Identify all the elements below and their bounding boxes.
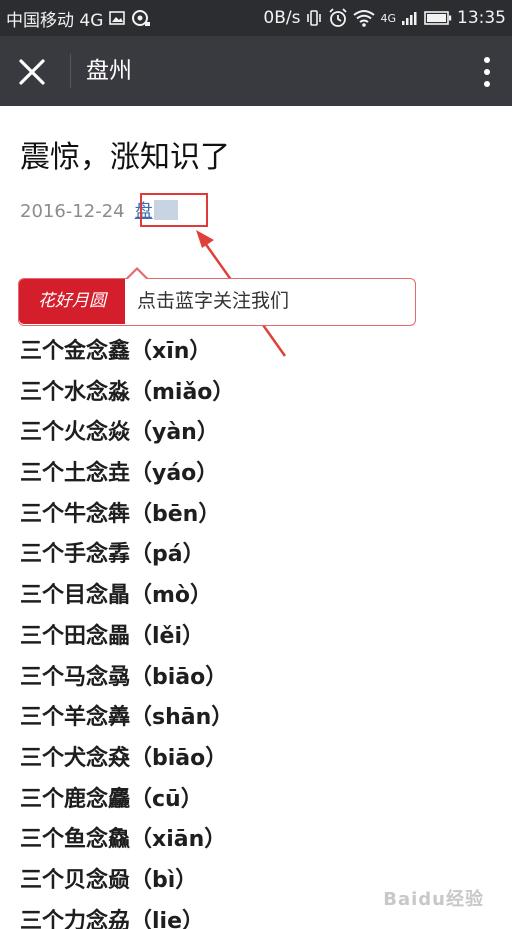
list-item: 三个金念鑫（xīn） bbox=[20, 339, 212, 364]
list-item: 三个田念畾（lěi） bbox=[20, 623, 205, 649]
battery-icon bbox=[424, 10, 452, 26]
publish-date: 2016-12-24 bbox=[20, 201, 125, 222]
wifi-icon bbox=[353, 9, 376, 27]
signal-icon bbox=[401, 10, 419, 26]
list-item: 三个贝念赑（bì） bbox=[20, 867, 198, 893]
more-vertical-icon[interactable] bbox=[482, 54, 492, 90]
article-title: 震惊，涨知识了 bbox=[20, 140, 230, 175]
nav-divider bbox=[70, 54, 71, 88]
character-list: 三个金念鑫（xīn） 三个水念淼（miǎo） 三个火念焱（yàn） 三个土念垚（… bbox=[20, 332, 234, 929]
list-item: 三个手念掱（pá） bbox=[20, 542, 205, 568]
banner-logo: 花好月圆 bbox=[19, 279, 125, 324]
list-item: 三个鱼念鱻（xiān） bbox=[20, 827, 227, 853]
list-item: 三个牛念犇（bēn） bbox=[20, 501, 221, 527]
list-item: 三个目念瞐（mò） bbox=[20, 583, 213, 609]
list-item: 三个水念淼（miǎo） bbox=[20, 379, 235, 405]
list-item: 三个火念焱（yàn） bbox=[20, 420, 219, 446]
list-item: 三个马念骉（biāo） bbox=[20, 664, 228, 690]
follow-banner[interactable]: 花好月圆 点击蓝字关注我们 bbox=[18, 267, 416, 326]
nav-title: 盘州 bbox=[86, 58, 132, 84]
sync-icon bbox=[131, 9, 151, 27]
vibrate-icon bbox=[305, 9, 323, 27]
list-item: 三个犬念猋（biāo） bbox=[20, 745, 228, 771]
highlight-box bbox=[140, 193, 208, 227]
clock: 13:35 bbox=[457, 8, 506, 28]
nav-bar: 盘州 bbox=[0, 36, 512, 106]
alarm-icon bbox=[328, 8, 348, 28]
list-item: 三个力念劦（lie） bbox=[20, 908, 205, 929]
image-icon bbox=[109, 11, 126, 25]
follow-prompt: 点击蓝字关注我们 bbox=[137, 290, 290, 312]
list-item: 三个土念垚（yáo） bbox=[20, 461, 219, 487]
status-bar: 中国移动 4G 0B/s 4G 13:35 bbox=[0, 0, 512, 36]
watermark: Baidu经验 bbox=[383, 889, 484, 910]
close-icon[interactable] bbox=[18, 58, 46, 86]
network-type: 4G bbox=[380, 11, 396, 25]
carrier-label: 中国移动 4G bbox=[6, 10, 104, 31]
list-item: 三个鹿念麤（cū） bbox=[20, 786, 203, 812]
network-speed: 0B/s bbox=[263, 8, 301, 28]
list-item: 三个羊念羴（shān） bbox=[20, 705, 234, 731]
